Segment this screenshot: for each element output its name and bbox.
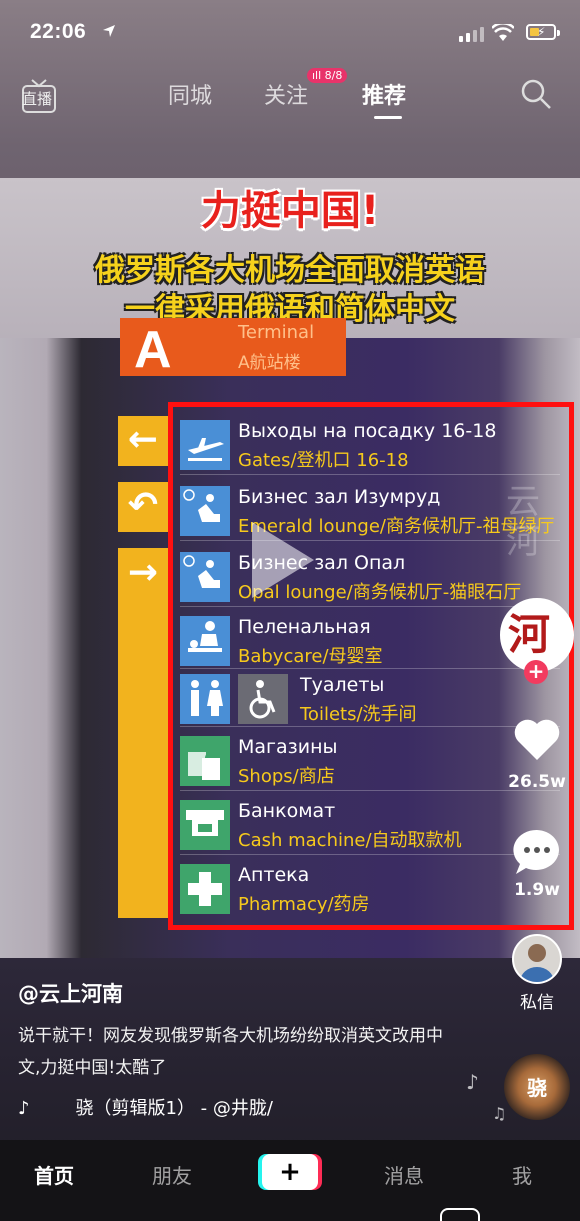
search-icon[interactable] bbox=[520, 78, 552, 110]
author-name[interactable]: @云上河南 bbox=[18, 978, 123, 1008]
comment-icon[interactable] bbox=[512, 828, 562, 876]
active-tab-indicator bbox=[374, 116, 402, 119]
following-badge: ıll 8/8 bbox=[307, 68, 348, 83]
heart-icon[interactable] bbox=[512, 716, 562, 762]
tab-following[interactable]: 关注 bbox=[264, 78, 308, 110]
terminal-letter: A bbox=[134, 321, 172, 379]
wifi-icon bbox=[492, 24, 514, 41]
create-button[interactable]: + bbox=[258, 1154, 322, 1190]
video-subtitle-line1: 俄罗斯各大机场全面取消英语 bbox=[95, 253, 485, 288]
video-headline: 力挺中国! bbox=[200, 188, 380, 234]
tiktok-note-icon: ♪ bbox=[18, 1098, 30, 1119]
tab-nearby[interactable]: 同城 bbox=[168, 78, 212, 110]
nav-home[interactable]: 首页 bbox=[34, 1160, 74, 1189]
music-disc[interactable]: 骁 bbox=[504, 1054, 570, 1120]
arrow-right-icon: → bbox=[127, 552, 159, 593]
top-nav: 直播 同城 关注 ıll 8/8 推荐 bbox=[0, 66, 580, 126]
terminal-sign: A Terminal A航站楼 bbox=[120, 318, 346, 379]
app-screen: 22:06 ⚡ 直播 同城 关注 ıll 8/8 推荐 力挺中国! 俄罗斯各大机… bbox=[0, 0, 580, 1221]
signal-icon bbox=[459, 27, 484, 42]
nav-friends[interactable]: 朋友 bbox=[152, 1160, 192, 1189]
location-arrow-icon bbox=[103, 25, 115, 37]
play-icon[interactable] bbox=[252, 522, 314, 598]
arrow-strip: → bbox=[118, 548, 168, 918]
music-note-icon: ♪ bbox=[466, 1070, 479, 1094]
dm-avatar[interactable] bbox=[512, 934, 562, 984]
terminal-en: Terminal bbox=[238, 322, 315, 343]
like-count: 26.5w bbox=[508, 772, 566, 792]
video-description: 说干就干！网友发现俄罗斯各大机场纷纷取消英文改用中文,力挺中国!太酷了 bbox=[18, 1026, 443, 1078]
bottom-nav: 首页 朋友 + 消息 我 bbox=[0, 1140, 580, 1221]
person-icon bbox=[520, 944, 554, 982]
watermark: 云 河 bbox=[506, 482, 540, 562]
music-note-icon: ♫ bbox=[492, 1104, 507, 1123]
tab-recommended[interactable]: 推荐 bbox=[362, 78, 406, 110]
live-label[interactable]: 直播 bbox=[22, 88, 52, 109]
comment-count: 1.9w bbox=[514, 880, 560, 900]
music-title: 骁（剪辑版1） - @井胧/ bbox=[75, 1098, 273, 1119]
status-time: 22:06 bbox=[30, 20, 87, 43]
disc-label: 骁 bbox=[527, 1076, 547, 1100]
following-badge-count: 8/8 bbox=[324, 69, 343, 82]
battery-icon: ⚡ bbox=[526, 24, 560, 40]
follow-plus-button[interactable]: + bbox=[524, 660, 548, 684]
arrow-uturn-icon: ↶ bbox=[118, 482, 168, 532]
nav-messages[interactable]: 消息 bbox=[384, 1160, 424, 1189]
corner-tab-icon bbox=[440, 1208, 480, 1221]
status-bar: 22:06 ⚡ bbox=[0, 0, 580, 66]
dm-label[interactable]: 私信 bbox=[500, 988, 574, 1013]
plus-icon: + bbox=[279, 1157, 301, 1187]
arrow-left-icon: ← bbox=[118, 416, 168, 466]
terminal-cn: A航站楼 bbox=[238, 353, 301, 373]
music-info[interactable]: ♪ 骁（剪辑版1） - @井胧/ bbox=[18, 1094, 273, 1120]
nav-me[interactable]: 我 bbox=[512, 1160, 532, 1189]
